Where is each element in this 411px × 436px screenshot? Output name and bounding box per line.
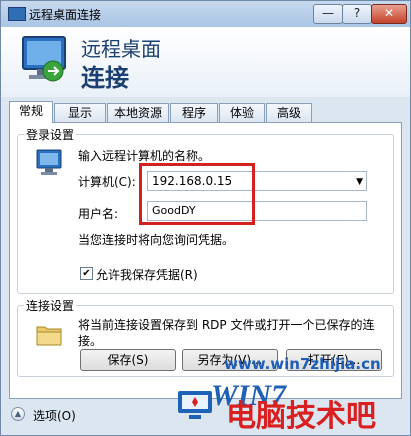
header-title-line2: 连接 [81, 64, 129, 92]
connection-description: 将当前连接设置保存到 RDP 文件或打开一个已保存的连接。 [78, 318, 375, 348]
checkbox-check-icon: ✔ [82, 268, 91, 279]
folder-icon [36, 326, 62, 346]
computer-icon [36, 149, 62, 175]
tab-general[interactable]: 常规 [9, 101, 53, 123]
login-prompt: 输入远程计算机的名称。 [78, 149, 211, 163]
close-button[interactable]: ✕ [371, 4, 407, 24]
allow-save-checkbox[interactable]: ✔ [80, 267, 93, 280]
username-label: 用户名: [78, 207, 119, 221]
options-expand-icon[interactable]: ▲ [11, 407, 25, 421]
tab-display[interactable]: 显示 [54, 103, 106, 122]
remote-desktop-window: 远程桌面连接 — ? ✕ 远程桌面 连接 常规 显示 本地资源 程序 体验 高级… [0, 0, 411, 436]
credential-note: 当您连接时将向您询问凭据。 [78, 233, 235, 247]
tab-local-resources[interactable]: 本地资源 [107, 103, 169, 122]
help-button[interactable]: ? [342, 4, 372, 24]
tab-programs[interactable]: 程序 [170, 103, 218, 122]
app-icon [8, 7, 26, 21]
tab-experience[interactable]: 体验 [219, 103, 265, 122]
connection-settings-legend: 连接设置 [26, 299, 75, 313]
chevron-down-icon[interactable]: ▼ [356, 173, 363, 191]
title-bar: 远程桌面连接 — ? ✕ [1, 1, 410, 27]
options-label[interactable]: 选项(O) [33, 407, 76, 424]
minimize-button[interactable]: — [313, 4, 343, 24]
tab-advanced[interactable]: 高级 [266, 103, 312, 122]
save-button[interactable]: 保存(S) [80, 349, 176, 371]
open-button[interactable]: 打开(E)... [286, 349, 382, 371]
highlight-box [139, 163, 255, 225]
allow-save-label[interactable]: 允许我保存凭据(R) [96, 266, 198, 283]
login-settings-legend: 登录设置 [26, 128, 75, 142]
computer-label: 计算机(C): [78, 175, 136, 189]
window-title: 远程桌面连接 [29, 8, 102, 22]
rdp-monitor-icon [22, 36, 66, 82]
general-tab-panel: 登录设置 输入远程计算机的名称。 计算机(C): 192.168.0.15 ▼ … [9, 122, 402, 399]
save-as-button[interactable]: 另存为(V)... [182, 349, 278, 371]
header-banner: 远程桌面 连接 [1, 27, 410, 97]
